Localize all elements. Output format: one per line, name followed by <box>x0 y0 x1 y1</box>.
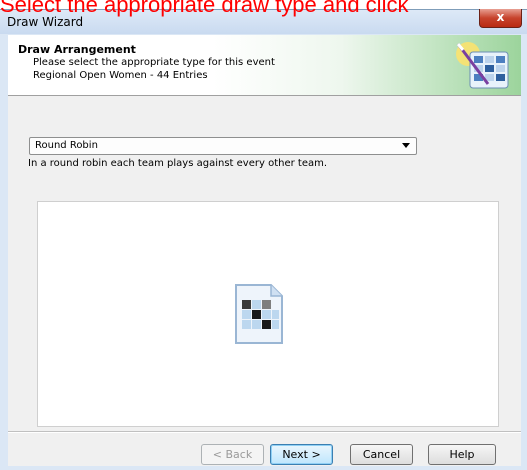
draw-type-description: In a round robin each team plays against… <box>28 158 328 169</box>
wizard-wand-icon <box>456 42 509 89</box>
wizard-client-area: Draw Arrangement Please select the appro… <box>8 35 521 466</box>
footer-divider <box>8 431 521 433</box>
next-button[interactable]: Next > <box>270 444 333 465</box>
draw-wizard-window: Draw Wizard x Draw Arrangement Please se… <box>0 9 527 470</box>
back-button[interactable]: < Back <box>201 444 264 465</box>
cancel-button[interactable]: Cancel <box>350 444 413 465</box>
chevron-down-icon <box>402 143 410 148</box>
round-robin-grid-icon <box>235 284 283 344</box>
draw-type-selected: Round Robin <box>35 140 98 151</box>
wizard-header: Draw Arrangement Please select the appro… <box>8 35 521 96</box>
instruction-overlay-text: Select the appropriate draw type and cli… <box>0 0 409 17</box>
help-button[interactable]: Help <box>428 444 496 465</box>
header-instruction: Please select the appropriate type for t… <box>33 57 275 68</box>
draw-preview-panel <box>37 201 499 427</box>
header-event-name: Regional Open Women - 44 Entries <box>33 70 208 81</box>
header-title: Draw Arrangement <box>18 43 136 56</box>
draw-type-dropdown[interactable]: Round Robin <box>29 137 417 155</box>
